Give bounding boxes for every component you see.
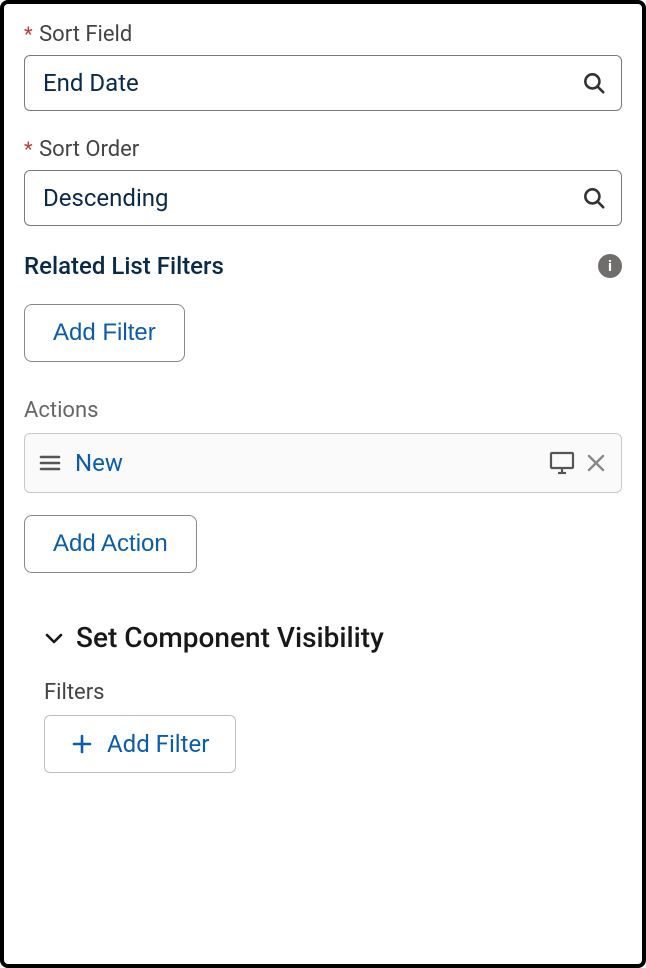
properties-panel: * Sort Field End Date * Sort Order Desce… — [0, 0, 646, 968]
actions-label: Actions — [24, 398, 622, 423]
add-action-button[interactable]: Add Action — [24, 515, 197, 573]
sort-order-group: * Sort Order Descending — [24, 137, 622, 226]
related-list-filters-header: Related List Filters — [24, 252, 224, 280]
visibility-add-filter-button[interactable]: Add Filter — [44, 715, 236, 773]
sort-order-value: Descending — [43, 184, 581, 212]
sort-field-value: End Date — [43, 69, 581, 97]
info-icon[interactable]: i — [598, 254, 622, 278]
action-row: New — [24, 433, 622, 493]
related-list-filters-header-row: Related List Filters i — [24, 252, 622, 280]
add-filter-button[interactable]: Add Filter — [24, 304, 185, 362]
sort-field-group: * Sort Field End Date — [24, 22, 622, 111]
desktop-icon[interactable] — [549, 451, 575, 475]
remove-icon[interactable] — [585, 452, 607, 474]
add-filter-button-label: Add Filter — [53, 319, 156, 347]
plus-icon — [71, 733, 93, 755]
required-asterisk: * — [24, 22, 33, 46]
chevron-down-icon — [44, 631, 64, 645]
sort-field-label: Sort Field — [39, 22, 132, 47]
add-action-button-label: Add Action — [53, 530, 168, 558]
search-icon[interactable] — [581, 185, 607, 211]
visibility-header-label: Set Component Visibility — [76, 621, 384, 654]
sort-field-label-row: * Sort Field — [24, 22, 622, 55]
sort-order-label: Sort Order — [39, 137, 139, 162]
search-icon[interactable] — [581, 70, 607, 96]
sort-field-input[interactable]: End Date — [24, 55, 622, 111]
drag-handle-icon[interactable] — [39, 454, 61, 472]
visibility-header-row[interactable]: Set Component Visibility — [44, 621, 622, 654]
sort-order-label-row: * Sort Order — [24, 137, 622, 170]
required-asterisk: * — [24, 137, 33, 161]
action-item-label[interactable]: New — [75, 449, 549, 477]
visibility-section: Set Component Visibility Filters Add Fil… — [24, 621, 622, 773]
visibility-filters-label: Filters — [44, 680, 622, 705]
visibility-add-filter-label: Add Filter — [107, 730, 209, 758]
sort-order-input[interactable]: Descending — [24, 170, 622, 226]
